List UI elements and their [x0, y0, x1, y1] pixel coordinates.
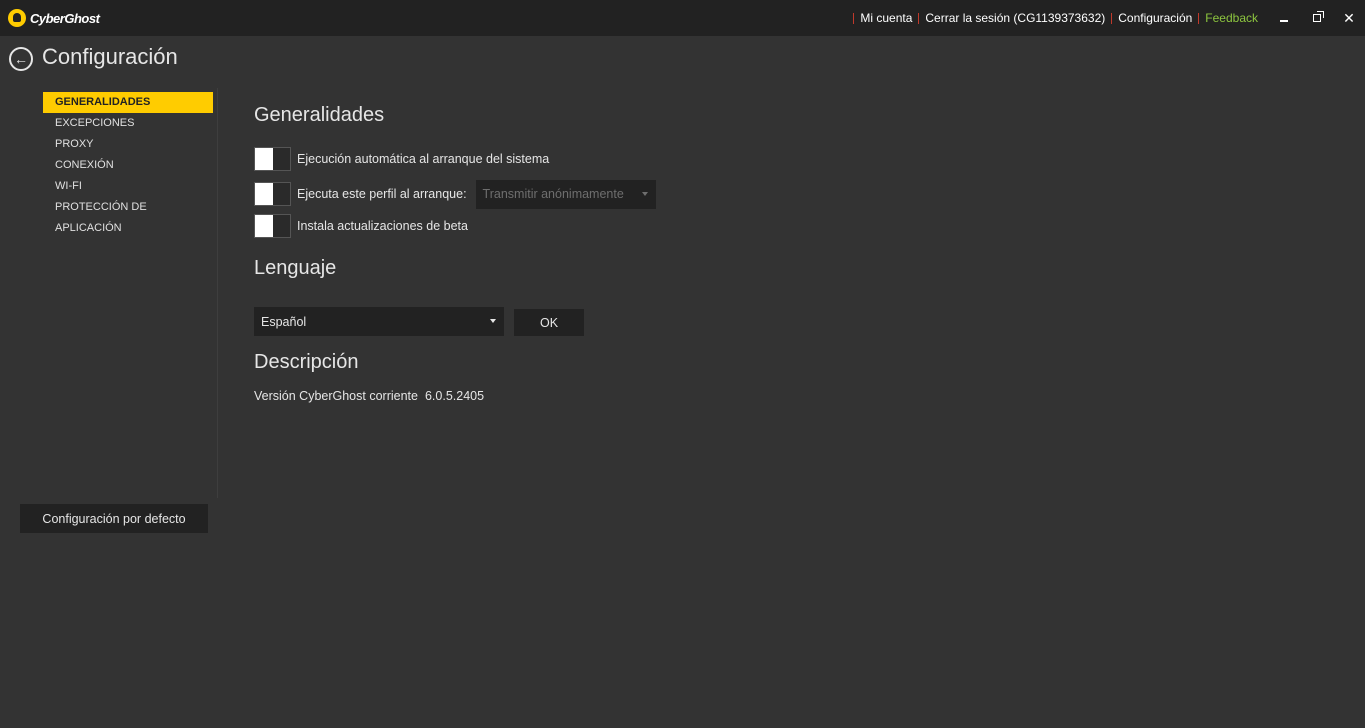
minimize-icon: [1280, 20, 1288, 22]
beta-updates-label: Instala actualizaciones de beta: [297, 219, 468, 233]
nav-separator: [1111, 12, 1113, 24]
toggle-knob: [255, 215, 273, 237]
startup-profile-select[interactable]: Transmitir anónimamente: [475, 179, 656, 209]
app-logo: CyberGhost: [8, 9, 100, 27]
cyberghost-logo-icon: [8, 9, 26, 27]
settings-link[interactable]: Configuración: [1118, 11, 1192, 25]
version-value: 6.0.5.2405: [424, 389, 485, 403]
language-ok-button[interactable]: OK: [514, 309, 584, 336]
sidebar-item-app-protection[interactable]: PROTECCIÓN DE APLICACIÓN: [43, 197, 213, 234]
sidebar-item-connection[interactable]: CONEXIÓN: [43, 155, 213, 176]
general-section-title: Generalidades: [254, 104, 385, 126]
sidebar-item-wifi[interactable]: WI-FI: [43, 176, 213, 197]
startup-profile-option: Ejecuta este perfil al arranque: Transmi…: [254, 179, 656, 209]
default-settings-button[interactable]: Configuración por defecto: [20, 504, 208, 533]
feedback-link[interactable]: Feedback: [1205, 11, 1258, 25]
startup-profile-toggle[interactable]: [254, 182, 291, 206]
back-arrow-icon: ←: [14, 51, 28, 67]
close-button[interactable]: ✕: [1333, 0, 1365, 36]
toggle-knob: [255, 148, 273, 170]
page-title: Configuración: [42, 44, 178, 69]
autostart-option: Ejecución automática al arranque del sis…: [254, 147, 549, 171]
nav-separator: [853, 12, 855, 24]
toggle-knob: [255, 183, 273, 205]
language-value: Español: [261, 314, 307, 329]
startup-profile-value: Transmitir anónimamente: [482, 187, 624, 201]
autostart-toggle[interactable]: [254, 147, 291, 171]
autostart-label: Ejecución automática al arranque del sis…: [297, 152, 550, 166]
chevron-down-icon: [490, 319, 496, 323]
beta-updates-toggle[interactable]: [254, 214, 291, 238]
sidebar-divider: [217, 88, 218, 498]
language-section-title: Lenguaje: [254, 257, 337, 279]
sidebar-item-general[interactable]: GENERALIDADES: [43, 92, 213, 113]
title-bar: CyberGhost Mi cuenta Cerrar la sesión (C…: [0, 0, 1365, 36]
version-label: Versión CyberGhost corriente: [254, 389, 418, 403]
logout-link[interactable]: Cerrar la sesión (CG1139373632): [925, 11, 1105, 25]
maximize-button[interactable]: [1301, 0, 1333, 36]
minimize-button[interactable]: [1268, 0, 1300, 36]
close-icon: ✕: [1343, 10, 1355, 26]
back-button[interactable]: ←: [9, 47, 33, 71]
sidebar-item-exceptions[interactable]: EXCEPCIONES: [43, 113, 213, 134]
my-account-link[interactable]: Mi cuenta: [860, 11, 912, 25]
nav-separator: [1198, 12, 1200, 24]
sidebar-item-proxy[interactable]: PROXY: [43, 134, 213, 155]
logo-text: CyberGhost: [30, 10, 100, 26]
description-section-title: Descripción: [254, 351, 359, 373]
startup-profile-label: Ejecuta este perfil al arranque:: [297, 187, 467, 201]
settings-sidebar: GENERALIDADES EXCEPCIONES PROXY CONEXIÓN…: [43, 92, 213, 234]
beta-updates-option: Instala actualizaciones de beta: [254, 214, 468, 238]
version-info: Versión CyberGhost corriente 6.0.5.2405: [254, 389, 484, 403]
language-select[interactable]: Español: [254, 307, 504, 336]
chevron-down-icon: [641, 191, 648, 196]
restore-icon: [1313, 11, 1324, 22]
top-nav: Mi cuenta Cerrar la sesión (CG1139373632…: [847, 0, 1258, 36]
nav-separator: [918, 12, 920, 24]
